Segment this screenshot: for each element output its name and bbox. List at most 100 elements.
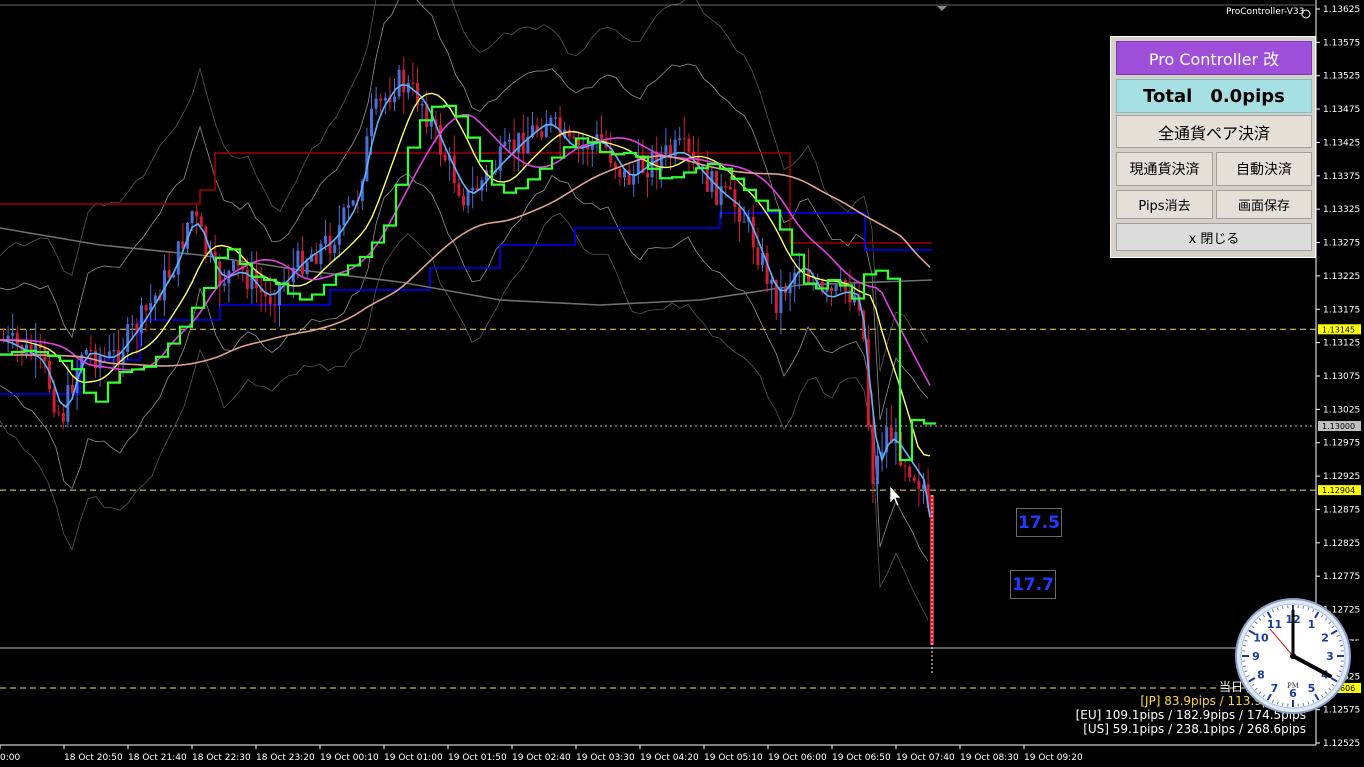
time-tick-label: 19 Oct 04:20 — [640, 753, 699, 763]
candle-body — [107, 351, 111, 357]
candle-body — [273, 304, 277, 306]
candle-body — [420, 104, 424, 106]
candle-body — [11, 332, 15, 336]
candle-body — [199, 216, 203, 227]
time-tick-label: 18 Oct 20:50 — [64, 753, 123, 763]
clock-tick — [1302, 702, 1305, 706]
horizontal-lines — [0, 328, 1316, 689]
candle-body — [305, 261, 309, 275]
time-tick-label: 19 Oct 06:00 — [768, 753, 827, 763]
candle-body — [402, 69, 406, 93]
candle-body — [508, 139, 511, 142]
price-tick-label: 1.12875 — [1323, 505, 1360, 515]
price-tick-label: 1.12775 — [1323, 572, 1360, 582]
candle-body — [167, 270, 171, 278]
candle-body — [443, 154, 447, 161]
price-tick-label: 1.13325 — [1323, 205, 1360, 215]
price-tag-text: 1.13000 — [1322, 422, 1355, 431]
time-tick-label: 19 Oct 08:30 — [960, 753, 1019, 763]
close-current-pair-button[interactable]: 現通貨決済 — [1116, 152, 1213, 186]
price-tick-label: 1.13275 — [1323, 239, 1360, 249]
candle-body — [61, 413, 65, 422]
bollinger-band-line — [0, 212, 929, 621]
clock-tick — [1339, 665, 1343, 668]
price-tick-label: 1.13225 — [1323, 272, 1360, 282]
candle-body — [503, 141, 507, 147]
time-tick-label: 19 Oct 06:50 — [832, 753, 891, 763]
clock-numeral: 8 — [1257, 669, 1265, 682]
bollinger-bands — [0, 0, 929, 621]
candle-body — [130, 323, 134, 325]
clock-numeral: 10 — [1253, 632, 1269, 645]
mouse-cursor-icon — [889, 485, 902, 507]
candle-body — [517, 132, 521, 153]
bollinger-band-line — [0, 172, 929, 562]
candle-body — [471, 187, 475, 191]
time-tick-label: 19 Oct 00:10 — [320, 753, 379, 763]
clock-numeral: 5 — [1308, 682, 1316, 695]
pro-controller-panel: Pro Controller 改 Total 0.0pips 全通貨ペア決済 現… — [1110, 36, 1316, 258]
clock-numeral: 2 — [1321, 632, 1329, 645]
price-tick-label: 1.13425 — [1323, 138, 1360, 148]
candle-body — [871, 426, 875, 484]
save-screen-button[interactable]: 画面保存 — [1216, 190, 1312, 219]
time-tick-label: 18 Oct 23:20 — [256, 753, 315, 763]
delete-pips-button[interactable]: Pips消去 — [1116, 190, 1213, 219]
candle-body — [268, 296, 272, 305]
auto-close-button[interactable]: 自動決済 — [1216, 152, 1312, 186]
candle-body — [682, 138, 686, 140]
candle-body — [278, 283, 281, 306]
candle-body — [466, 190, 470, 206]
price-tick-label: 1.12525 — [1323, 739, 1360, 749]
close-panel-button[interactable]: x 閉じる — [1116, 223, 1312, 251]
candle-body — [912, 477, 916, 481]
candle-body — [457, 183, 461, 196]
candle-body — [903, 465, 907, 467]
candle-body — [255, 271, 258, 288]
candle-body — [347, 205, 350, 208]
price-tick-label: 1.13175 — [1323, 305, 1360, 315]
candle-body — [687, 138, 691, 152]
analog-clock-icon: 123456789101112 PM — [1235, 598, 1351, 714]
candle-body — [834, 284, 838, 292]
candle-body — [738, 206, 741, 222]
candle-body — [52, 389, 56, 413]
pips-label-2: 17.7 — [1010, 570, 1056, 599]
candle-body — [176, 241, 180, 275]
candle-body — [190, 211, 194, 224]
moving-averages — [0, 83, 936, 518]
candle-body — [351, 200, 355, 206]
candle-body — [678, 138, 682, 140]
time-tick-label: 0:00 — [0, 753, 20, 763]
candle-body — [324, 235, 327, 244]
clock-numeral: 7 — [1271, 682, 1279, 695]
candle-body — [232, 260, 235, 271]
candle-body — [195, 211, 199, 217]
candle-body — [393, 96, 396, 103]
panel-title: Pro Controller 改 — [1116, 41, 1312, 75]
candlesticks — [2, 56, 934, 675]
candle-body — [144, 305, 148, 311]
price-tick-label: 1.12925 — [1323, 472, 1360, 482]
clock-tick — [1302, 606, 1305, 610]
candle-body — [567, 129, 571, 137]
price-tick-label: 1.13075 — [1323, 372, 1360, 382]
candle-body — [930, 495, 934, 645]
candle-body — [140, 305, 143, 334]
price-tick-label: 1.13575 — [1323, 38, 1360, 48]
pips-label-1: 17.5 — [1016, 508, 1062, 537]
candle-body — [646, 172, 649, 178]
candle-body — [636, 156, 640, 175]
clock-tick — [1281, 702, 1284, 706]
close-all-pairs-button[interactable]: 全通貨ペア決済 — [1116, 115, 1312, 148]
candle-body — [742, 221, 746, 223]
time-tick-label: 19 Oct 01:00 — [384, 753, 443, 763]
clock-numeral: 9 — [1252, 650, 1260, 663]
candle-body — [379, 98, 383, 101]
candle-body — [222, 283, 226, 286]
candle-body — [770, 279, 774, 284]
clock-numeral: 3 — [1326, 650, 1334, 663]
price-tick-label: 1.12975 — [1323, 439, 1360, 449]
candle-body — [374, 98, 378, 109]
time-tick-label: 19 Oct 07:40 — [896, 753, 955, 763]
